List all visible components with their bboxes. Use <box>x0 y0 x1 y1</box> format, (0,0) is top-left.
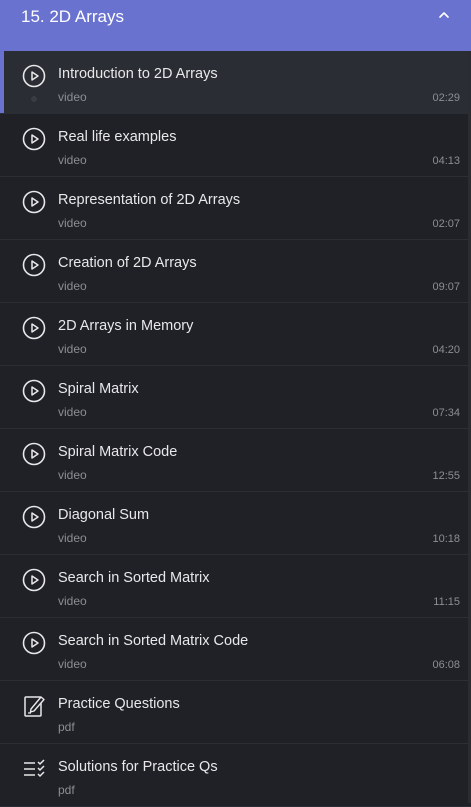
play-circle-icon <box>22 379 46 403</box>
section-header[interactable]: 15. 2D Arrays <box>0 0 471 51</box>
lecture-title: Search in Sorted Matrix <box>58 570 210 586</box>
play-circle-icon <box>22 127 46 151</box>
lecture-item-intro-2d-arrays[interactable]: Introduction to 2D Arrays video 02:29 <box>0 51 471 114</box>
lecture-duration: 12:55 <box>432 470 460 482</box>
lecture-item-search-sorted-matrix-code[interactable]: Search in Sorted Matrix Code video 06:08 <box>0 618 471 681</box>
lecture-duration: 11:15 <box>433 596 460 608</box>
play-circle-icon <box>22 505 46 529</box>
lecture-item-solutions[interactable]: Solutions for Practice Qs pdf <box>0 744 471 807</box>
lecture-type: video <box>58 657 87 671</box>
lecture-duration: 07:34 <box>432 407 460 419</box>
lecture-item-spiral-matrix[interactable]: Spiral Matrix video 07:34 <box>0 366 471 429</box>
play-circle-icon <box>22 253 46 277</box>
chevron-up-icon[interactable] <box>437 8 451 22</box>
play-circle-icon <box>22 190 46 214</box>
lecture-type: video <box>58 405 87 419</box>
lecture-title: Practice Questions <box>58 696 180 712</box>
edit-document-icon <box>24 696 45 717</box>
lecture-title: Spiral Matrix <box>58 381 139 397</box>
lecture-type: video <box>58 594 87 608</box>
lecture-title: Real life examples <box>58 129 177 145</box>
lecture-type: pdf <box>58 720 75 734</box>
lecture-title: Search in Sorted Matrix Code <box>58 633 249 649</box>
lecture-type: video <box>58 342 87 356</box>
lecture-title: Solutions for Practice Qs <box>58 759 218 775</box>
lecture-duration: 10:18 <box>432 533 460 545</box>
lecture-duration: 09:07 <box>432 281 460 293</box>
lecture-title: Representation of 2D Arrays <box>58 192 241 208</box>
lecture-duration: 06:08 <box>432 659 460 671</box>
lecture-duration: 02:29 <box>432 92 460 104</box>
lecture-item-practice-questions[interactable]: Practice Questions pdf <box>0 681 471 744</box>
lecture-duration: 02:07 <box>432 218 460 230</box>
lecture-duration: 04:20 <box>432 344 460 356</box>
lecture-type: video <box>58 216 87 230</box>
lecture-item-representation[interactable]: Representation of 2D Arrays video 02:07 <box>0 177 471 240</box>
lecture-item-spiral-matrix-code[interactable]: Spiral Matrix Code video 12:55 <box>0 429 471 492</box>
lecture-title: Creation of 2D Arrays <box>58 255 197 271</box>
lecture-item-memory[interactable]: 2D Arrays in Memory video 04:20 <box>0 303 471 366</box>
lecture-type: pdf <box>58 783 75 797</box>
lecture-type: video <box>58 468 87 482</box>
play-circle-icon <box>22 568 46 592</box>
lecture-type: video <box>58 531 87 545</box>
play-circle-icon <box>22 631 46 655</box>
lecture-item-creation[interactable]: Creation of 2D Arrays video 09:07 <box>0 240 471 303</box>
lecture-title: Introduction to 2D Arrays <box>58 66 218 82</box>
progress-dot <box>31 96 37 102</box>
lecture-title: 2D Arrays in Memory <box>58 318 194 334</box>
lecture-type: video <box>58 279 87 293</box>
lecture-list: Introduction to 2D Arrays video 02:29 Re… <box>0 51 471 807</box>
lecture-title: Diagonal Sum <box>58 507 150 523</box>
play-circle-icon <box>22 316 46 340</box>
lecture-duration: 04:13 <box>432 155 460 167</box>
section-title: 15. 2D Arrays <box>21 7 124 26</box>
lecture-item-search-sorted-matrix[interactable]: Search in Sorted Matrix video 11:15 <box>0 555 471 618</box>
lecture-item-real-life-examples[interactable]: Real life examples video 04:13 <box>0 114 471 177</box>
lecture-item-diagonal-sum[interactable]: Diagonal Sum video 10:18 <box>0 492 471 555</box>
play-circle-icon <box>22 64 46 88</box>
lecture-type: video <box>58 90 87 104</box>
lecture-title: Spiral Matrix Code <box>58 444 178 460</box>
lecture-type: video <box>58 153 87 167</box>
checklist-icon <box>24 759 45 778</box>
play-circle-icon <box>22 442 46 466</box>
